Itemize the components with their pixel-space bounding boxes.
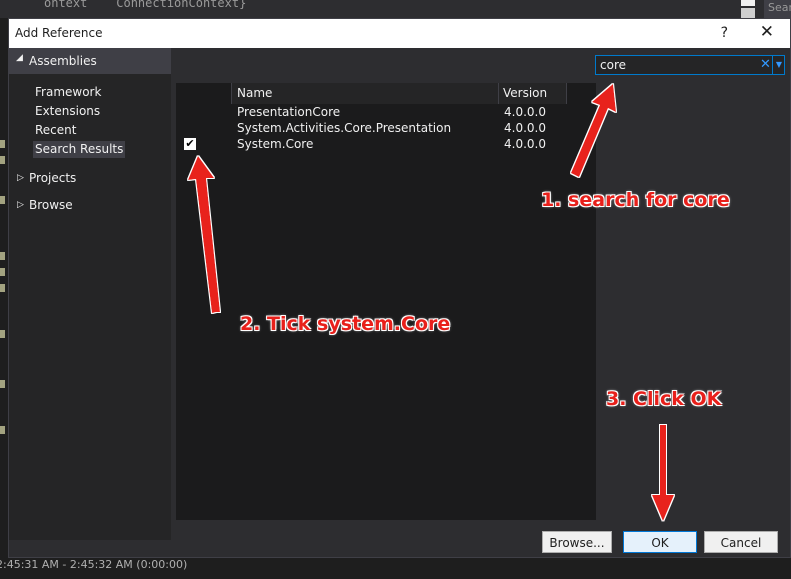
step-2-annotation: 2. Tick system.Core (240, 313, 451, 335)
annotation-arrows (188, 84, 674, 521)
arrow-to-search (571, 84, 616, 177)
arrow-to-checkbox (188, 156, 220, 313)
step-3-annotation: 3. Click OK (606, 388, 722, 410)
step-1-annotation: 1. search for core (541, 189, 730, 211)
arrow-to-ok (652, 425, 674, 521)
